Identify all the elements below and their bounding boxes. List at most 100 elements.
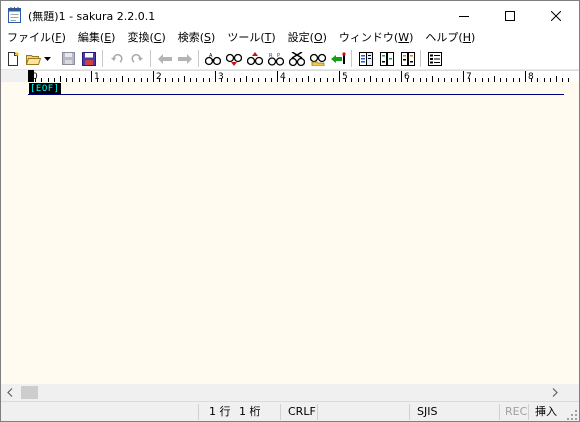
svg-text:A: A	[209, 53, 213, 59]
ruler-number: 1	[94, 72, 100, 82]
save-as-button[interactable]	[79, 49, 98, 68]
settings-dialog-icon	[427, 51, 442, 66]
column-ruler: 012345678	[1, 70, 579, 82]
find-up-icon	[246, 51, 263, 65]
maximize-button[interactable]	[487, 1, 533, 30]
settings-common-button[interactable]	[425, 49, 444, 68]
ruler-cursor-marker	[28, 70, 34, 82]
menu-search[interactable]: 検索(S)	[172, 30, 222, 47]
menu-window[interactable]: ウィンドウ(W)	[333, 30, 419, 47]
redo-icon	[131, 53, 143, 63]
toolbar-separator	[198, 50, 199, 67]
minimize-icon	[459, 15, 469, 17]
ruler-number: 8	[528, 72, 534, 82]
ruler-ticks: 012345678	[28, 70, 569, 82]
scroll-thumb[interactable]	[21, 386, 38, 399]
scroll-left-button[interactable]	[1, 384, 18, 401]
open-file-button[interactable]	[24, 49, 43, 68]
replace-icon: RP	[267, 53, 284, 66]
tag-jump-button[interactable]	[329, 49, 348, 68]
status-rec: REC	[505, 405, 528, 418]
diff-doc-icon	[400, 51, 415, 66]
notepad-icon[interactable]	[8, 7, 21, 23]
menu-bar: ファイル(F) 編集(E) 変換(C) 検索(S) ツール(T) 設定(O) ウ…	[1, 30, 579, 47]
horizontal-scrollbar[interactable]	[1, 384, 579, 401]
scroll-right-button[interactable]	[546, 384, 563, 401]
outline-button[interactable]	[356, 49, 375, 68]
status-divider	[317, 404, 318, 420]
find-down-icon	[225, 53, 242, 66]
find-button[interactable]: A	[203, 49, 222, 68]
maximize-icon	[505, 10, 515, 21]
resize-grip-icon[interactable]	[567, 410, 577, 420]
grep-folder-icon	[309, 53, 326, 66]
status-divider	[499, 404, 500, 420]
chevron-down-icon	[44, 56, 51, 61]
status-insert-mode[interactable]: 挿入	[535, 402, 557, 421]
toolbar-separator	[420, 50, 421, 67]
status-divider	[528, 404, 529, 420]
move-back-button[interactable]	[155, 49, 174, 68]
title-bar: (無題)1 - sakura 2.2.0.1	[1, 1, 579, 30]
chevron-left-icon	[6, 388, 12, 397]
ruler-number: 6	[404, 72, 410, 82]
find-next-button[interactable]	[224, 49, 243, 68]
status-line-ending[interactable]: CRLF	[288, 402, 316, 421]
menu-convert[interactable]: 変換(C)	[121, 30, 171, 47]
new-file-icon	[7, 51, 19, 66]
menu-edit[interactable]: 編集(E)	[72, 30, 122, 47]
status-encoding[interactable]: SJIS	[417, 402, 437, 421]
save-disabled-icon	[62, 52, 75, 65]
tag-jump-icon	[330, 51, 346, 64]
ruler-number: 5	[342, 72, 348, 82]
ruler-number: 4	[280, 72, 286, 82]
minimize-button[interactable]	[441, 1, 487, 30]
binoculars-icon: A	[204, 53, 221, 65]
save-all-icon	[81, 51, 96, 66]
toolbar-separator	[351, 50, 352, 67]
ruler-number: 3	[218, 72, 224, 82]
toolbar-separator	[102, 50, 103, 67]
app-window: (無題)1 - sakura 2.2.0.1 ファイル(F) 編集(E) 変換(…	[0, 0, 580, 422]
status-column: 1 桁	[239, 405, 261, 418]
status-divider	[409, 404, 410, 420]
redo-button[interactable]	[127, 49, 146, 68]
menu-help[interactable]: ヘルプ(H)	[419, 30, 481, 47]
compare-button[interactable]	[377, 49, 396, 68]
new-file-button[interactable]	[3, 49, 22, 68]
find-prev-button[interactable]	[245, 49, 264, 68]
arrow-right-icon	[177, 53, 192, 64]
outline-doc-icon	[358, 51, 373, 66]
menu-tools[interactable]: ツール(T)	[221, 30, 281, 47]
ruler-number: 2	[156, 72, 162, 82]
open-folder-icon	[25, 54, 41, 65]
diff-button[interactable]	[398, 49, 417, 68]
status-divider	[198, 404, 199, 420]
open-dropdown-button[interactable]	[42, 49, 53, 68]
compare-doc-icon	[379, 51, 394, 66]
scrollbar-corner	[563, 384, 579, 401]
save-button[interactable]	[59, 49, 78, 68]
status-bar: 1 行 1 桁 CRLF SJIS REC 挿入	[1, 401, 579, 421]
menu-settings[interactable]: 設定(O)	[282, 30, 333, 47]
chevron-right-icon	[552, 388, 558, 397]
window-title: (無題)1 - sakura 2.2.0.1	[28, 10, 156, 23]
clear-mark-icon	[288, 51, 305, 66]
undo-icon	[110, 53, 122, 63]
replace-button[interactable]: RP	[266, 49, 285, 68]
cursor-underline	[28, 94, 564, 95]
status-divider	[280, 404, 281, 420]
grep-button[interactable]	[308, 49, 327, 68]
undo-button[interactable]	[107, 49, 126, 68]
clear-search-mark-button[interactable]	[287, 49, 306, 68]
toolbar: A RP	[1, 47, 579, 70]
status-row: 1 行	[209, 405, 231, 418]
close-icon	[551, 10, 561, 21]
close-button[interactable]	[533, 1, 579, 30]
arrow-left-icon	[157, 53, 172, 64]
text-editor[interactable]: [EOF]	[1, 82, 579, 384]
ruler-number: 7	[466, 72, 472, 82]
move-forward-button[interactable]	[175, 49, 194, 68]
toolbar-separator	[150, 50, 151, 67]
menu-file[interactable]: ファイル(F)	[1, 30, 72, 47]
